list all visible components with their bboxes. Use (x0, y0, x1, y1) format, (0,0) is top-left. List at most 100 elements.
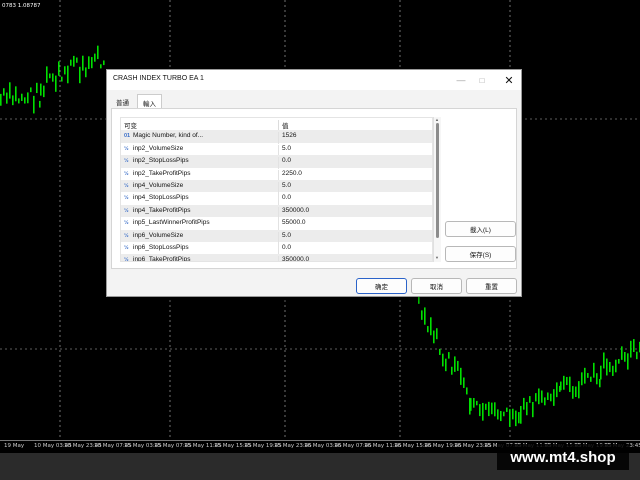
parameter-name-text: Magic Number, kind of... (133, 132, 204, 140)
double-type-icon: ½ (124, 207, 129, 214)
cancel-button[interactable]: 取消 (411, 278, 462, 294)
candle (556, 382, 558, 398)
candle (18, 98, 20, 104)
table-row[interactable]: ½ inp6_StopLossPips 0.0 (121, 242, 432, 256)
reset-button[interactable]: 重置 (466, 278, 517, 294)
candle (563, 375, 565, 390)
table-row[interactable]: ½ inp6_TakeProfitPips 350000.0 (121, 254, 432, 262)
parameter-name: 01 Magic Number, kind of... (124, 132, 203, 139)
parameter-value[interactable]: 350000.0 (278, 256, 309, 261)
parameter-name-text: inp4_TakeProfitPips (133, 206, 191, 214)
candle (560, 381, 562, 391)
candle (61, 76, 63, 82)
tab-common[interactable]: 普通 (111, 94, 134, 108)
parameter-name: ½ inp6_TakeProfitPips (124, 256, 191, 262)
scroll-down-icon[interactable]: ▼ (435, 255, 439, 260)
table-row[interactable]: ½ inp4_TakeProfitPips 350000.0 (121, 204, 432, 219)
candle (24, 97, 26, 104)
scroll-up-icon[interactable]: ▲ (435, 117, 439, 122)
candle (39, 100, 41, 108)
tab-inputs[interactable]: 輸入 (137, 94, 162, 109)
candle (15, 86, 17, 102)
dialog-titlebar[interactable]: CRASH INDEX TURBO EA 1 — □ ✕ (107, 70, 521, 90)
candle (600, 365, 602, 380)
candle (547, 392, 549, 400)
table-row[interactable]: ½ inp2_TakeProfitPips 2250.0 (121, 168, 432, 182)
candle (52, 73, 54, 82)
load-button[interactable]: 載入(L) (445, 221, 516, 237)
candle (615, 359, 617, 373)
candle (627, 353, 629, 370)
candle (6, 92, 8, 104)
table-row[interactable]: 01 Magic Number, kind of... 1526 (121, 130, 432, 145)
table-row[interactable]: ½ inp4_StopLossPips 0.0 (121, 192, 432, 207)
double-type-icon: ½ (124, 232, 129, 239)
candle (73, 55, 75, 67)
candle (485, 403, 487, 410)
double-type-icon: ½ (124, 183, 129, 189)
parameter-name: ½ inp4_TakeProfitPips (124, 207, 190, 214)
candle (599, 378, 601, 388)
candle (454, 356, 456, 372)
parameter-name: ½ inp5_LastWinnerProfitPips (124, 219, 210, 226)
candle (473, 398, 475, 408)
candle (55, 75, 57, 92)
close-icon[interactable]: ✕ (501, 73, 517, 87)
inputs-panel: 可变 值 01 Magic Number, kind of... 1526 ½ inp2… (111, 108, 517, 269)
table-row[interactable]: ½ inp6_VolumeSize 5.0 (121, 229, 432, 244)
candle (91, 57, 93, 69)
table-row[interactable]: ½ inp2_VolumeSize 5.0 (121, 143, 432, 157)
candle (49, 73, 51, 79)
candle (103, 60, 105, 66)
candle (581, 372, 583, 386)
parameter-name-text: inp5_LastWinnerProfitPips (133, 219, 210, 227)
save-button[interactable]: 保存(S) (445, 246, 516, 262)
double-type-icon: ½ (124, 245, 129, 251)
parameter-name: ½ inp4_StopLossPips (124, 194, 189, 201)
candle (424, 307, 426, 325)
candle (482, 402, 484, 421)
candle (46, 66, 48, 83)
candle (70, 59, 72, 66)
candle (463, 377, 465, 388)
double-type-icon: ½ (124, 257, 129, 262)
candle (36, 82, 38, 94)
candle (529, 396, 531, 403)
candle (436, 328, 438, 340)
parameter-name-text: inp4_StopLossPips (133, 194, 189, 202)
candle (520, 405, 522, 424)
candle (506, 407, 508, 412)
candle (448, 352, 450, 359)
column-header-variable[interactable]: 可变 (124, 120, 137, 130)
double-type-icon: ½ (124, 195, 129, 202)
candle (532, 402, 534, 418)
candle (541, 390, 543, 403)
candle (587, 372, 589, 378)
candle (494, 402, 496, 417)
double-type-icon: ½ (124, 158, 129, 165)
candle (636, 351, 638, 360)
candle (418, 296, 420, 304)
table-scrollbar[interactable]: ▲ ▼ (433, 117, 441, 262)
candle (433, 330, 435, 344)
table-row[interactable]: ½ inp4_VolumeSize 5.0 (121, 180, 432, 194)
table-row[interactable]: ½ inp5_LastWinnerProfitPips 55000.0 (121, 217, 432, 232)
parameter-name-text: inp6_StopLossPips (133, 244, 189, 251)
ohlc-readout: 0783 1.08787 (2, 3, 41, 9)
candle (58, 61, 60, 76)
candle (88, 56, 90, 69)
parameter-name: ½ inp2_VolumeSize (124, 145, 183, 152)
candle (43, 85, 45, 98)
candle (430, 317, 432, 336)
candle (518, 412, 520, 424)
scroll-thumb[interactable] (436, 123, 439, 238)
candle (503, 411, 505, 417)
ok-button[interactable]: 确定 (356, 278, 407, 294)
table-row[interactable]: ½ inp2_StopLossPips 0.0 (121, 155, 432, 170)
parameter-name-text: inp6_TakeProfitPips (133, 256, 191, 262)
candle (445, 358, 447, 372)
maximize-icon[interactable]: □ (474, 73, 490, 87)
parameter-name: ½ inp2_StopLossPips (124, 157, 189, 164)
candle (30, 87, 32, 93)
minimize-icon[interactable]: — (453, 73, 469, 87)
